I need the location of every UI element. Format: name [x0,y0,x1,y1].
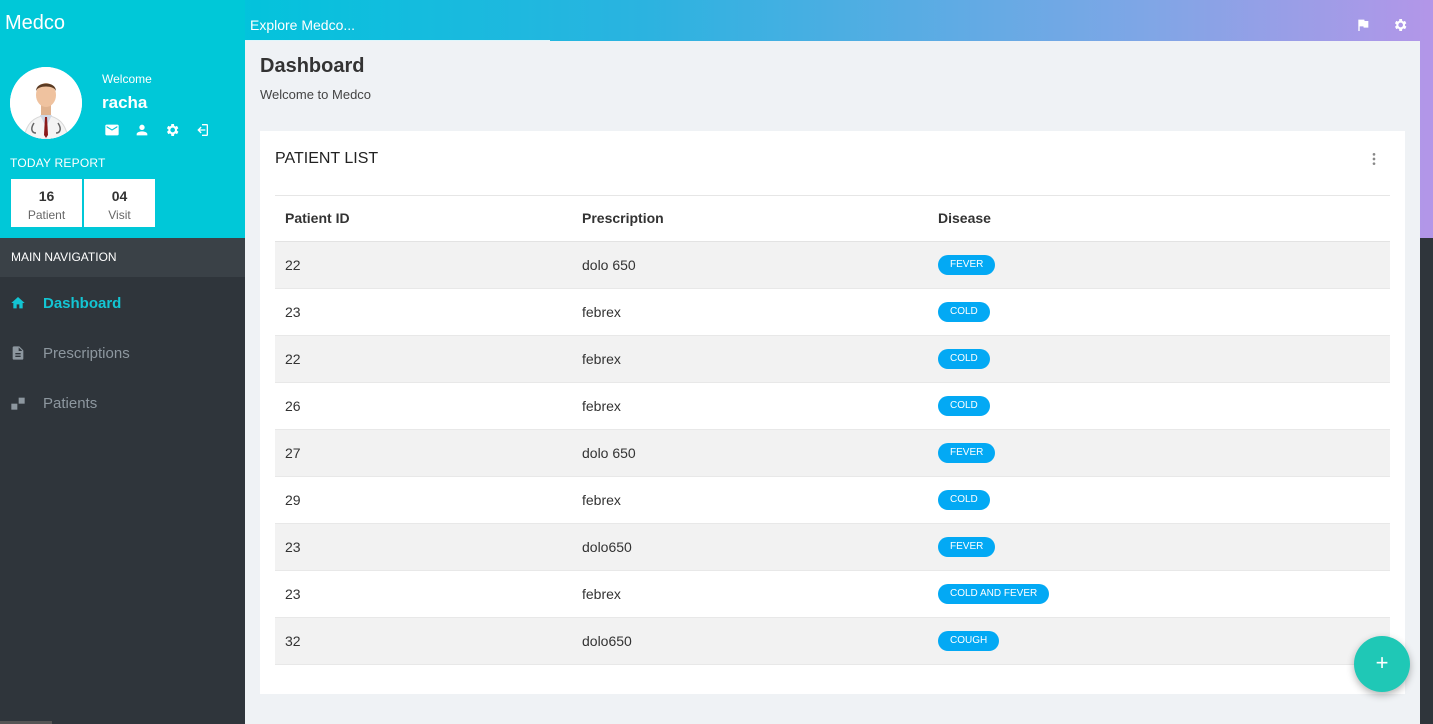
patient-id-cell: 22 [275,241,572,289]
disease-badge: FEVER [938,255,996,275]
patient-id-cell: 22 [275,335,572,383]
prescription-cell: dolo 650 [572,429,928,477]
disease-badge: COLD [938,302,990,322]
username: racha [102,93,148,112]
today-report-title: TODAY REPORT [10,156,106,170]
nav-header: MAIN NAVIGATION [0,238,245,277]
disease-cell: COLD [928,382,1390,430]
gear-icon[interactable] [1392,17,1408,33]
page-subtitle: Welcome to Medco [260,87,372,102]
add-button[interactable]: + [1354,636,1410,692]
patient-table: Patient ID Prescription Disease 22 dolo … [275,196,1390,665]
table-row[interactable]: 27 dolo 650 FEVER [275,429,1390,477]
stat-value: 16 [38,188,55,204]
table-header-row: Patient ID Prescription Disease [275,196,1390,242]
card-title: PATIENT LIST [275,150,379,167]
more-vert-icon[interactable] [1366,151,1382,167]
disease-badge: FEVER [938,537,996,557]
disease-cell: COLD AND FEVER [928,570,1390,618]
sidebar-item-label: Prescriptions [43,344,130,362]
disease-cell: COLD [928,288,1390,336]
document-icon [10,345,26,361]
disease-badge: COLD AND FEVER [938,584,1050,604]
table-row[interactable]: 32 dolo650 COUGH [275,617,1390,665]
disease-badge: COUGH [938,631,1000,651]
column-header-patient-id[interactable]: Patient ID [275,196,572,242]
patient-id-cell: 32 [275,617,572,665]
sidebar-item-label: Patients [43,394,98,412]
patient-id-cell: 23 [275,570,572,618]
brand-logo[interactable]: Medco [5,12,65,35]
sidebar-item-dashboard[interactable]: Dashboard [0,283,245,323]
table-row[interactable]: 29 febrex COLD [275,476,1390,524]
prescription-cell: febrex [572,476,928,524]
prescription-cell: febrex [572,570,928,618]
patient-id-cell: 23 [275,288,572,336]
patient-list-card: PATIENT LIST Patient ID Prescription Dis… [260,131,1405,694]
prescription-cell: dolo650 [572,523,928,571]
sidebar-item-prescriptions[interactable]: Prescriptions [0,333,245,373]
prescription-cell: febrex [572,382,928,430]
stat-label: Visit [108,208,131,222]
welcome-text: Welcome [102,72,152,86]
table-row[interactable]: 23 febrex COLD [275,288,1390,336]
disease-cell: FEVER [928,429,1390,477]
avatar[interactable] [10,67,82,139]
flag-icon[interactable] [1355,17,1371,33]
disease-cell: COLD [928,335,1390,383]
disease-cell: FEVER [928,241,1390,289]
sidebar-item-patients[interactable]: Patients [0,383,245,423]
prescription-cell: dolo650 [572,617,928,665]
sidebar-item-label: Dashboard [43,294,122,312]
main-content: Dashboard Welcome to Medco PATIENT LIST … [245,41,1420,724]
explore-search[interactable]: Explore Medco... [250,17,355,33]
prescription-cell: febrex [572,335,928,383]
patient-id-cell: 23 [275,523,572,571]
stat-patient: 16 Patient [11,179,82,227]
table-row[interactable]: 22 febrex COLD [275,335,1390,383]
patient-id-cell: 29 [275,476,572,524]
disease-cell: FEVER [928,523,1390,571]
logout-icon[interactable] [194,122,210,138]
column-header-prescription[interactable]: Prescription [572,196,928,242]
disease-cell: COLD [928,476,1390,524]
mail-icon[interactable] [104,122,120,138]
disease-badge: COLD [938,349,990,369]
patients-icon [10,395,26,411]
table-row[interactable]: 26 febrex COLD [275,382,1390,430]
disease-cell: COUGH [928,617,1390,665]
disease-badge: COLD [938,490,990,510]
user-icon[interactable] [134,122,150,138]
stat-label: Patient [27,208,66,222]
column-header-disease[interactable]: Disease [928,196,1390,242]
table-row[interactable]: 22 dolo 650 FEVER [275,241,1390,289]
gear-icon[interactable] [164,122,180,138]
prescription-cell: febrex [572,288,928,336]
home-icon [10,295,26,311]
stat-value: 04 [111,188,128,204]
page-title: Dashboard [260,55,365,77]
stat-visit: 04 Visit [84,179,155,227]
table-row[interactable]: 23 febrex COLD AND FEVER [275,570,1390,618]
disease-badge: COLD [938,396,990,416]
table-row[interactable]: 23 dolo650 FEVER [275,523,1390,571]
patient-id-cell: 27 [275,429,572,477]
disease-badge: FEVER [938,443,996,463]
patient-id-cell: 26 [275,382,572,430]
prescription-cell: dolo 650 [572,241,928,289]
